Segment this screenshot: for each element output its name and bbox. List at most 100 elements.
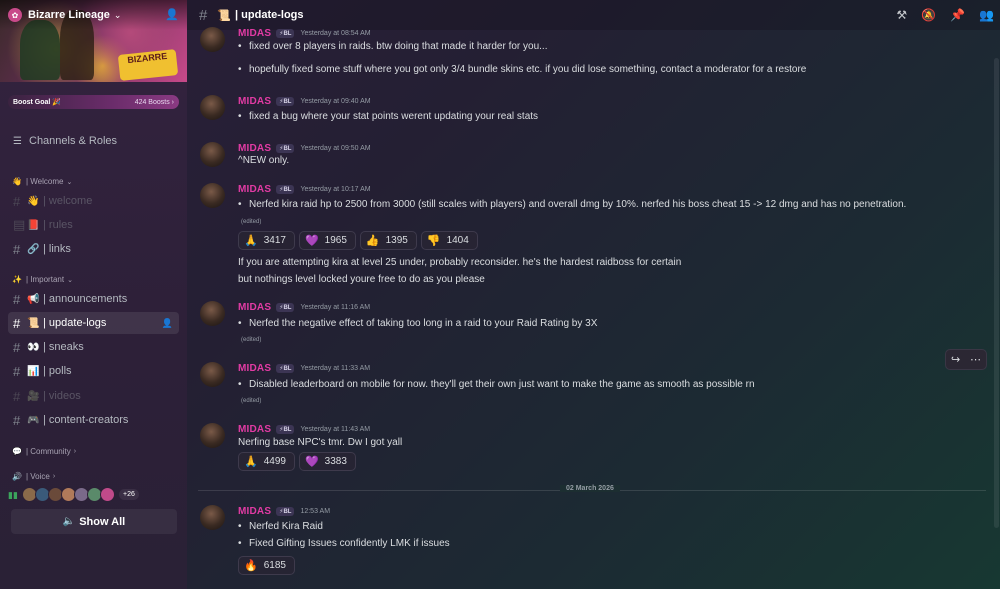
reaction-count: 4499 bbox=[263, 456, 286, 467]
more-options-icon[interactable]: ⋯ bbox=[970, 353, 981, 366]
avatar[interactable] bbox=[200, 301, 225, 326]
reaction-thumbs-down[interactable]: 👎 1404 bbox=[420, 231, 478, 250]
channel-sneaks[interactable]: # 👀 | sneaks bbox=[8, 336, 179, 358]
avatar[interactable] bbox=[200, 142, 225, 167]
category-welcome[interactable]: 👋 | Welcome ⌄ bbox=[12, 177, 72, 186]
threads-icon[interactable]: ⚒ bbox=[896, 8, 907, 22]
reaction-purple-heart[interactable]: 💜 1965 bbox=[298, 231, 356, 250]
channel-welcome[interactable]: # 👋 | welcome bbox=[8, 190, 179, 212]
avatar[interactable] bbox=[200, 423, 225, 448]
message-line: fixed a bug where your stat points weren… bbox=[238, 111, 538, 122]
purple-heart-icon: 💜 bbox=[304, 456, 319, 468]
category-label: | Important bbox=[25, 275, 65, 284]
member-list-icon[interactable]: 👥 bbox=[979, 8, 994, 22]
timestamp: Yesterday at 09:40 AM bbox=[300, 97, 371, 105]
invite-people-icon[interactable]: 👤 bbox=[165, 8, 179, 21]
username[interactable]: MIDAS bbox=[238, 363, 271, 374]
category-important[interactable]: ✨ | Important ⌄ bbox=[12, 275, 73, 284]
channel-emoji: 📜 bbox=[27, 317, 40, 329]
scrollbar-thumb[interactable] bbox=[994, 58, 999, 528]
message-line: Disabled leaderboard on mobile for now. … bbox=[238, 379, 755, 390]
reaction-pray[interactable]: 🙏 4499 bbox=[238, 452, 295, 471]
hash-icon: # bbox=[13, 388, 21, 404]
invite-icon[interactable]: 👤 bbox=[162, 318, 173, 329]
reaction-count: 3417 bbox=[263, 235, 286, 246]
wave-icon: 👋 bbox=[12, 177, 22, 186]
channel-rules[interactable]: ▤ 📕 | rules bbox=[8, 214, 179, 236]
pray-icon: 🙏 bbox=[244, 456, 258, 468]
username[interactable]: MIDAS bbox=[238, 28, 271, 39]
channel-emoji: 🔗 bbox=[27, 243, 40, 255]
username[interactable]: MIDAS bbox=[238, 424, 271, 435]
channel-header: # 📜 | update-logs ⚒ 🔕 📌 👥 bbox=[187, 0, 1000, 30]
hash-icon: # bbox=[199, 6, 208, 24]
username[interactable]: MIDAS bbox=[238, 143, 271, 154]
edited-marker: (edited) bbox=[241, 337, 262, 343]
chevron-down-icon: ⌄ bbox=[67, 276, 73, 284]
boost-goal-bar[interactable]: Boost Goal 🎉 424 Boosts › bbox=[8, 95, 179, 109]
category-community[interactable]: 💬 | Community › bbox=[12, 447, 76, 456]
server-tag: ⚡BL bbox=[276, 184, 295, 194]
avatar[interactable] bbox=[200, 95, 225, 120]
speaker-icon: 🔊 bbox=[12, 472, 22, 481]
chevron-down-icon: ⌄ bbox=[66, 178, 73, 186]
reaction-thumbs-up[interactable]: 👍 1395 bbox=[359, 231, 417, 250]
reaction-count: 1395 bbox=[385, 235, 408, 246]
channels-and-roles[interactable]: ☰ Channels & Roles bbox=[8, 130, 179, 152]
text-channel-icon: ▤ bbox=[13, 217, 26, 232]
avatar[interactable] bbox=[200, 362, 225, 387]
username[interactable]: MIDAS bbox=[238, 302, 271, 313]
edited-marker: (edited) bbox=[241, 398, 262, 404]
channel-label: | rules bbox=[43, 219, 73, 231]
reactions-bar: 🔥 6185 bbox=[238, 556, 295, 575]
server-tag: ⚡BL bbox=[276, 143, 295, 153]
hash-icon: # bbox=[13, 241, 21, 257]
message-line: ^NEW only. bbox=[238, 155, 290, 166]
fire-icon: 🔥 bbox=[244, 560, 258, 572]
channel-announcements[interactable]: # 📢 | announcements bbox=[8, 288, 179, 310]
message-hover-toolbar: ↪ ⋯ bbox=[945, 349, 987, 370]
category-voice[interactable]: 🔊 | Voice › bbox=[12, 472, 55, 481]
username[interactable]: MIDAS bbox=[238, 506, 271, 517]
more-members-count: +26 bbox=[119, 489, 139, 500]
mute-notifications-icon[interactable]: 🔕 bbox=[921, 8, 936, 22]
channel-update-logs[interactable]: # 📜 | update-logs 👤 bbox=[8, 312, 179, 334]
server-header[interactable]: ✿ Bizarre Lineage ⌄ 👤 bbox=[0, 0, 187, 30]
message-header: MIDAS ⚡BL Yesterday at 08:54 AM bbox=[238, 27, 371, 39]
message-header: MIDAS ⚡BL Yesterday at 11:33 AM bbox=[238, 362, 370, 374]
message-header: MIDAS ⚡BL Yesterday at 11:16 AM bbox=[238, 301, 370, 313]
reaction-pray[interactable]: 🙏 3417 bbox=[238, 231, 295, 250]
show-all-button[interactable]: 🔈 Show All bbox=[11, 509, 177, 534]
forward-icon[interactable]: ↪ bbox=[951, 353, 960, 366]
channel-videos[interactable]: # 🎥 | videos bbox=[8, 385, 179, 407]
voice-members-row[interactable]: ▮▮ +26 bbox=[8, 487, 139, 502]
channel-content-creators[interactable]: # 🎮 | content-creators bbox=[8, 409, 179, 431]
avatar[interactable] bbox=[200, 183, 225, 208]
channel-polls[interactable]: # 📊 | polls bbox=[8, 360, 179, 382]
thumbs-up-icon: 👍 bbox=[365, 235, 380, 247]
server-tag: ⚡BL bbox=[276, 506, 295, 516]
username[interactable]: MIDAS bbox=[238, 96, 271, 107]
server-tag: ⚡BL bbox=[276, 424, 295, 434]
message-line: Fixed Gifting Issues confidently LMK if … bbox=[238, 538, 450, 549]
avatar[interactable] bbox=[200, 505, 225, 530]
speech-bubble-icon: 💬 bbox=[12, 447, 22, 456]
channel-links[interactable]: # 🔗 | links bbox=[8, 238, 179, 260]
reaction-count: 1404 bbox=[446, 235, 469, 246]
header-toolbar: ⚒ 🔕 📌 👥 bbox=[896, 8, 994, 22]
category-label: | Voice bbox=[25, 472, 50, 481]
message-header: MIDAS ⚡BL Yesterday at 09:50 AM bbox=[238, 142, 371, 154]
hash-icon: # bbox=[13, 363, 21, 379]
scrollbar[interactable] bbox=[992, 30, 1000, 589]
message-line: Nerfing base NPC's tmr. Dw I got yall bbox=[238, 437, 403, 448]
avatar[interactable] bbox=[200, 27, 225, 52]
username[interactable]: MIDAS bbox=[238, 184, 271, 195]
server-tag: ⚡BL bbox=[276, 363, 295, 373]
hash-icon: # bbox=[13, 193, 21, 209]
channels-list-icon: ☰ bbox=[13, 135, 22, 147]
pin-icon[interactable]: 📌 bbox=[950, 8, 965, 22]
avatar bbox=[100, 487, 115, 502]
reaction-fire[interactable]: 🔥 6185 bbox=[238, 556, 295, 575]
reaction-purple-heart[interactable]: 💜 3383 bbox=[298, 452, 356, 471]
channel-label: | update-logs bbox=[43, 317, 107, 329]
